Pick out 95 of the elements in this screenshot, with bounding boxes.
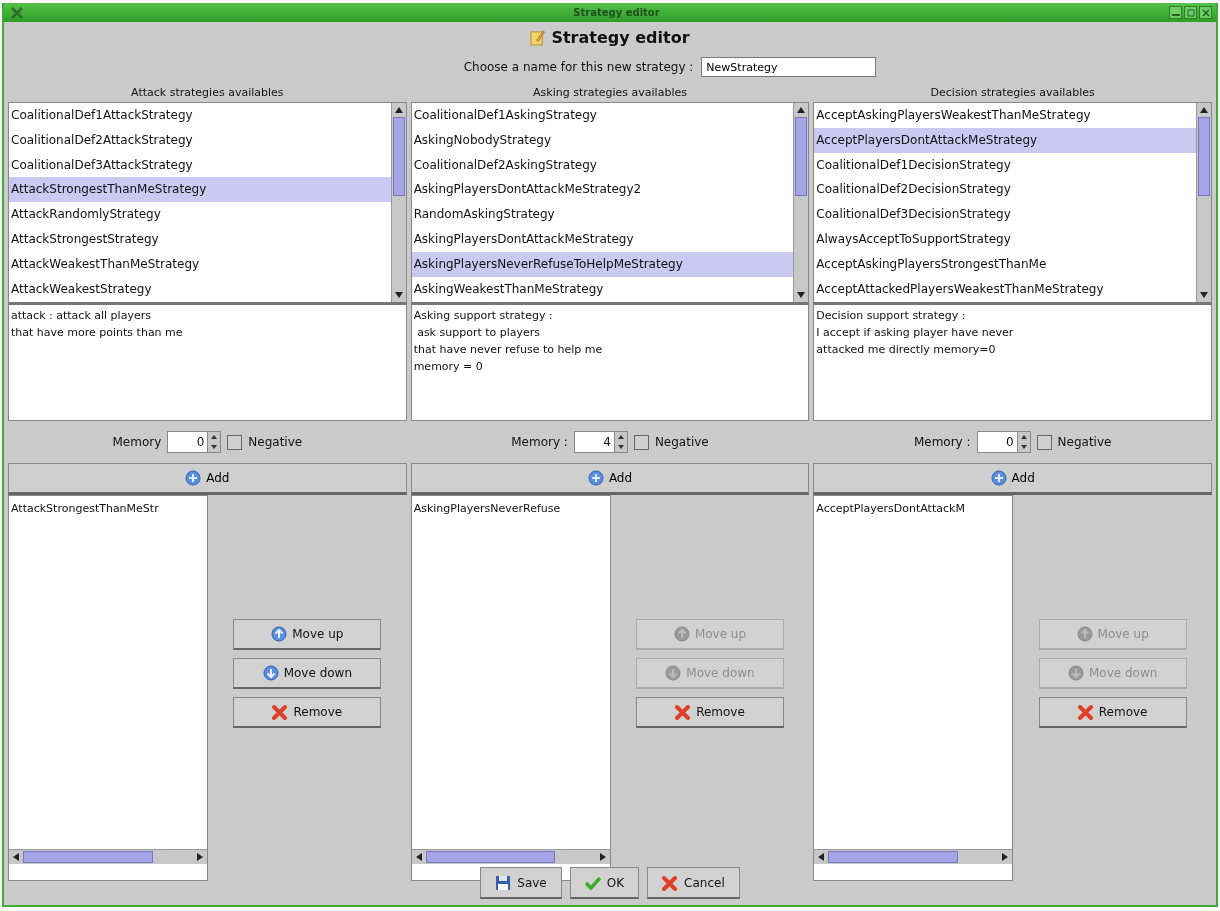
list-item[interactable]: AcceptAttackedPlayersWeakestThanMeStrategy [814, 276, 1196, 302]
list-item[interactable]: AcceptAskingPlayersStrongestThanMe [814, 251, 1196, 277]
save-button[interactable]: Save [480, 867, 562, 899]
add-button[interactable]: Add [813, 463, 1212, 495]
list-item[interactable]: CoalitionalDef1AttackStrategy [9, 103, 391, 128]
move-down-button[interactable]: Move down [233, 657, 382, 689]
horizontal-scrollbar[interactable] [814, 849, 1013, 864]
close-button[interactable] [1199, 6, 1212, 19]
plus-circle-icon [990, 470, 1007, 486]
description-line: that have never refuse to help me [413, 343, 604, 358]
arrow-down-icon [262, 664, 279, 681]
column-heading: Attack strategies availables [130, 85, 285, 101]
maximize-icon [1185, 7, 1196, 18]
list-item[interactable]: AcceptPlayersDontAttackM [814, 496, 1013, 521]
dialog-title: Strategy editor [551, 27, 690, 47]
cancel-button[interactable]: Cancel [647, 867, 740, 899]
vertical-scrollbar[interactable] [1196, 103, 1211, 302]
memory-label: Memory : [511, 435, 568, 449]
arrow-up-icon [271, 625, 288, 642]
list-item[interactable]: AskingNobodyStrategy [411, 127, 794, 153]
window-title: Strategy editor [572, 7, 661, 18]
list-item[interactable]: AcceptAskingPlayersWeakestThanMeStrategy [814, 103, 1196, 128]
list-item[interactable]: AskingPlayersDontAttackMeStrategy2 [411, 177, 794, 203]
list-item[interactable]: AttackStrongestThanMeStrategy [9, 177, 391, 203]
maximize-button[interactable] [1184, 6, 1197, 19]
list-item[interactable]: AskingPlayersNeverRefuseToHelpMeStrategy [411, 251, 794, 277]
minimize-button[interactable] [1169, 6, 1182, 19]
description-line: Decision support strategy : [816, 309, 967, 324]
arrow-down-icon [665, 664, 682, 681]
horizontal-scrollbar[interactable] [411, 849, 610, 864]
list-item[interactable]: CoalitionalDef1DecisionStrategy [814, 152, 1196, 178]
negative-label: Negative [248, 435, 303, 449]
cross-icon [675, 703, 692, 720]
remove-button[interactable]: Remove [1038, 696, 1187, 728]
ok-button[interactable]: OK [569, 867, 640, 899]
list-item[interactable]: CoalitionalDef3DecisionStrategy [814, 202, 1196, 227]
cross-icon [1077, 703, 1094, 720]
negative-label: Negative [654, 435, 709, 449]
description-line: memory = 0 [413, 360, 484, 375]
cross-icon [662, 874, 679, 891]
description-line: Asking support strategy : [413, 309, 554, 324]
plus-circle-icon [587, 470, 604, 486]
memory-label: Memory : [913, 435, 971, 449]
list-item[interactable]: CoalitionalDef3AttackStrategy [9, 152, 391, 178]
memory-spinner[interactable]: 0 [976, 431, 1031, 453]
description-line: attack : attack all players [11, 309, 152, 324]
list-item[interactable]: AttackWeakestStrategy [9, 276, 391, 302]
list-item[interactable]: AcceptPlayersDontAttackMeStrategy [814, 127, 1196, 153]
arrow-down-icon [1067, 664, 1084, 681]
minimize-icon [1171, 14, 1180, 16]
plus-circle-icon [185, 470, 202, 486]
remove-button[interactable]: Remove [233, 696, 382, 728]
add-button[interactable]: Add [8, 463, 407, 495]
negative-checkbox[interactable] [633, 434, 649, 450]
list-item[interactable]: AskingWeakestThanMeStrategy [411, 276, 794, 302]
memory-spinner[interactable]: 4 [573, 431, 628, 453]
description-line: I accept if asking player have never [816, 326, 1015, 341]
move-up-button[interactable]: Move up [233, 618, 382, 650]
name-field[interactable]: NewStrategy [701, 57, 877, 77]
close-icon [1200, 7, 1211, 18]
add-button[interactable]: Add [410, 463, 810, 495]
list-item[interactable]: CoalitionalDef2AttackStrategy [9, 127, 391, 153]
list-item[interactable]: AttackStrongestThanMeStr [9, 496, 207, 521]
cross-icon [272, 703, 289, 720]
list-item[interactable]: AskingPlayersNeverRefuse [411, 496, 610, 521]
list-item[interactable]: CoalitionalDef2AskingStrategy [411, 152, 794, 178]
list-item[interactable]: CoalitionalDef2DecisionStrategy [814, 177, 1196, 203]
vertical-scrollbar[interactable] [390, 103, 406, 302]
negative-checkbox[interactable] [227, 434, 243, 450]
floppy-icon [495, 874, 512, 891]
vertical-scrollbar[interactable] [793, 103, 809, 302]
description-line: ask support to players [416, 326, 542, 341]
description-line: attacked me directly memory=0 [816, 343, 997, 358]
list-item[interactable]: AttackRandomlyStrategy [9, 202, 391, 227]
horizontal-scrollbar[interactable] [9, 849, 207, 864]
list-item[interactable]: AttackStrongestStrategy [9, 227, 391, 252]
list-item[interactable]: RandomAskingStrategy [411, 202, 794, 227]
list-item[interactable]: AlwaysAcceptToSupportStrategy [814, 227, 1196, 252]
column-heading: Decision strategies availables [929, 85, 1096, 101]
list-item[interactable]: CoalitionalDef1AskingStrategy [411, 103, 794, 128]
app-icon [10, 5, 24, 20]
list-item[interactable]: AskingPlayersDontAttackMeStrategy [411, 227, 794, 252]
name-label: Choose a name for this new strategy : [463, 60, 694, 74]
checkmark-icon [584, 874, 601, 891]
memory-label: Memory [112, 435, 162, 449]
description-line: that have more points than me [11, 326, 184, 341]
memory-spinner[interactable]: 0 [167, 431, 222, 453]
negative-label: Negative [1057, 435, 1112, 449]
column-heading: Asking strategies availables [532, 85, 688, 101]
arrow-up-icon [673, 625, 690, 642]
note-icon [530, 28, 546, 46]
list-item[interactable]: AttackWeakestThanMeStrategy [9, 251, 391, 277]
negative-checkbox[interactable] [1036, 434, 1052, 450]
arrow-up-icon [1076, 625, 1093, 642]
remove-button[interactable]: Remove [636, 696, 784, 728]
